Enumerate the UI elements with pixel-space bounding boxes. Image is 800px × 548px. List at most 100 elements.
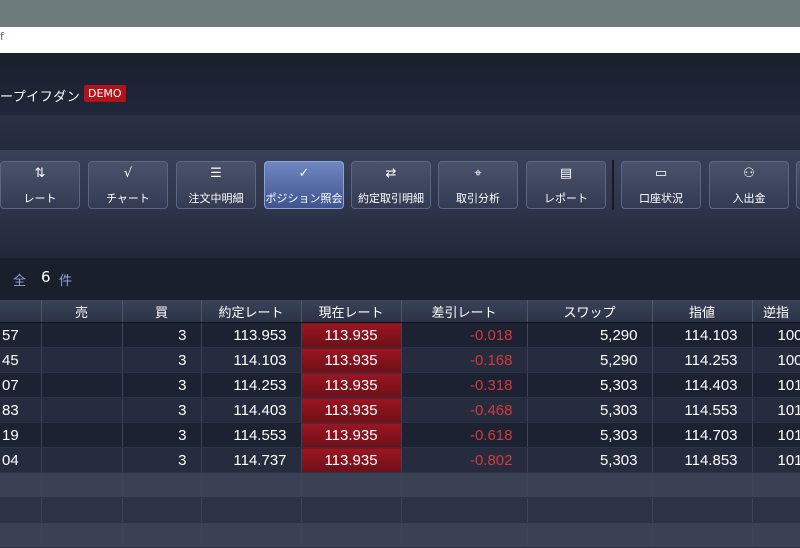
empty-row: [0, 497, 800, 523]
browser-address-bar[interactable]: f: [0, 27, 800, 54]
entry-rate: 114.253: [201, 372, 302, 398]
filter-bar: [0, 220, 800, 259]
chart-button[interactable]: √ チャート: [88, 161, 168, 209]
swap-value: 5,303: [527, 447, 653, 473]
column-header-sell[interactable]: 売: [41, 300, 123, 323]
executions-button-label: 約定取引明細: [358, 192, 424, 205]
current-rate: 113.935: [301, 347, 402, 373]
order-list-icon: ☰: [210, 166, 222, 181]
empty-row: [0, 522, 800, 548]
table-row[interactable]: 45 3 114.103 113.935 -0.168 5,290 114.25…: [0, 347, 800, 373]
position-id: 45: [0, 347, 42, 373]
limit-price: 114.553: [652, 397, 753, 423]
limit-price: 114.253: [652, 347, 753, 373]
limit-price: 114.853: [652, 447, 753, 473]
column-header-swap[interactable]: スワップ: [527, 300, 653, 323]
column-header-stop[interactable]: 逆指: [752, 300, 800, 323]
stop-price: 101: [752, 372, 800, 398]
address-text: f: [0, 30, 4, 43]
executions-button[interactable]: ⇄ 約定取引明細: [351, 161, 431, 209]
account-status-button[interactable]: ▭ 口座状況: [621, 161, 701, 209]
desktop-background: [0, 0, 800, 27]
column-header[interactable]: [0, 300, 42, 323]
entry-rate: 114.737: [201, 447, 302, 473]
sell-qty: [41, 447, 123, 473]
buy-qty: 3: [122, 347, 202, 373]
sell-qty: [41, 347, 123, 373]
chart-button-label: チャート: [106, 192, 150, 205]
open-orders-button[interactable]: ☰ 注文中明細: [176, 161, 256, 209]
position-id: 57: [0, 322, 42, 348]
app-header: ープイフダン DEMO: [0, 53, 800, 116]
buy-qty: 3: [122, 322, 202, 348]
account-status-button-label: 口座状況: [639, 192, 683, 205]
menu-bar: [0, 115, 800, 151]
stop-price: 100: [752, 322, 800, 348]
swap-value: 5,303: [527, 372, 653, 398]
report-button[interactable]: ▤ レポート: [526, 161, 606, 209]
entry-rate: 113.953: [201, 322, 302, 348]
position-id: 07: [0, 372, 42, 398]
analysis-button[interactable]: ⌖ 取引分析: [438, 161, 518, 209]
diff-rate: -0.802: [401, 447, 528, 473]
sell-qty: [41, 397, 123, 423]
column-header-buy[interactable]: 買: [122, 300, 202, 323]
current-rate: 113.935: [301, 372, 402, 398]
positions-table: 売 買 約定レート 現在レート 差引レート スワップ 指値 逆指 57 3 11…: [0, 300, 800, 548]
rate-button-label: レート: [23, 192, 57, 205]
document-icon: ▤: [559, 166, 573, 181]
open-orders-button-label: 注文中明細: [188, 192, 244, 205]
column-header-current-rate[interactable]: 現在レート: [301, 300, 402, 323]
deposit-withdraw-button-label: 入出金: [732, 192, 766, 205]
table-row[interactable]: 07 3 114.253 113.935 -0.318 5,303 114.40…: [0, 372, 800, 398]
current-rate: 113.935: [301, 397, 402, 423]
column-header-limit[interactable]: 指値: [652, 300, 753, 323]
limit-price: 114.403: [652, 372, 753, 398]
sell-qty: [41, 322, 123, 348]
column-header-entry-rate[interactable]: 約定レート: [201, 300, 302, 323]
positions-button-label: ポジション照会: [265, 192, 343, 205]
main-toolbar: ⇅ レート √ チャート ☰ 注文中明細 ✓ ポジション照会 ⇄ 約定取引明細 …: [0, 150, 800, 221]
toolbar-divider: [612, 160, 614, 210]
deposit-withdraw-button[interactable]: ⚇ 入出金: [709, 161, 789, 209]
buy-qty: 3: [122, 397, 202, 423]
demo-badge: DEMO: [84, 85, 126, 102]
position-id: 19: [0, 422, 42, 448]
swap-value: 5,303: [527, 422, 653, 448]
table-row[interactable]: 57 3 113.953 113.935 -0.018 5,290 114.10…: [0, 322, 800, 348]
positions-button[interactable]: ✓ ポジション照会: [264, 161, 344, 209]
count-label: 全: [13, 274, 27, 289]
empty-row: [0, 472, 800, 498]
sell-qty: [41, 422, 123, 448]
buy-qty: 3: [122, 372, 202, 398]
current-rate: 113.935: [301, 322, 402, 348]
rate-button[interactable]: ⇅ レート: [0, 161, 80, 209]
limit-price: 114.703: [652, 422, 753, 448]
table-header-row: 売 買 約定レート 現在レート 差引レート スワップ 指値 逆指: [0, 300, 800, 323]
entry-rate: 114.403: [201, 397, 302, 423]
current-rate: 113.935: [301, 422, 402, 448]
count-unit: 件: [59, 274, 73, 289]
execution-list-icon: ⇄: [385, 166, 397, 181]
current-rate: 113.935: [301, 447, 402, 473]
analysis-button-label: 取引分析: [456, 192, 500, 205]
stop-price: 101: [752, 422, 800, 448]
entry-rate: 114.553: [201, 422, 302, 448]
stop-price: 101: [752, 397, 800, 423]
position-id: 04: [0, 447, 42, 473]
more-button[interactable]: [796, 161, 800, 209]
diff-rate: -0.468: [401, 397, 528, 423]
position-id: 83: [0, 397, 42, 423]
account-card-icon: ▭: [654, 166, 668, 181]
swap-value: 5,290: [527, 322, 653, 348]
swap-value: 5,303: [527, 397, 653, 423]
table-row[interactable]: 19 3 114.553 113.935 -0.618 5,303 114.70…: [0, 422, 800, 448]
column-header-diff-rate[interactable]: 差引レート: [401, 300, 528, 323]
table-row[interactable]: 04 3 114.737 113.935 -0.802 5,303 114.85…: [0, 447, 800, 473]
count-value: 6: [41, 268, 51, 286]
table-row[interactable]: 83 3 114.403 113.935 -0.468 5,303 114.55…: [0, 397, 800, 423]
diff-rate: -0.018: [401, 322, 528, 348]
report-button-label: レポート: [544, 192, 588, 205]
money-bag-icon: ⚇: [743, 166, 755, 181]
diff-rate: -0.168: [401, 347, 528, 373]
